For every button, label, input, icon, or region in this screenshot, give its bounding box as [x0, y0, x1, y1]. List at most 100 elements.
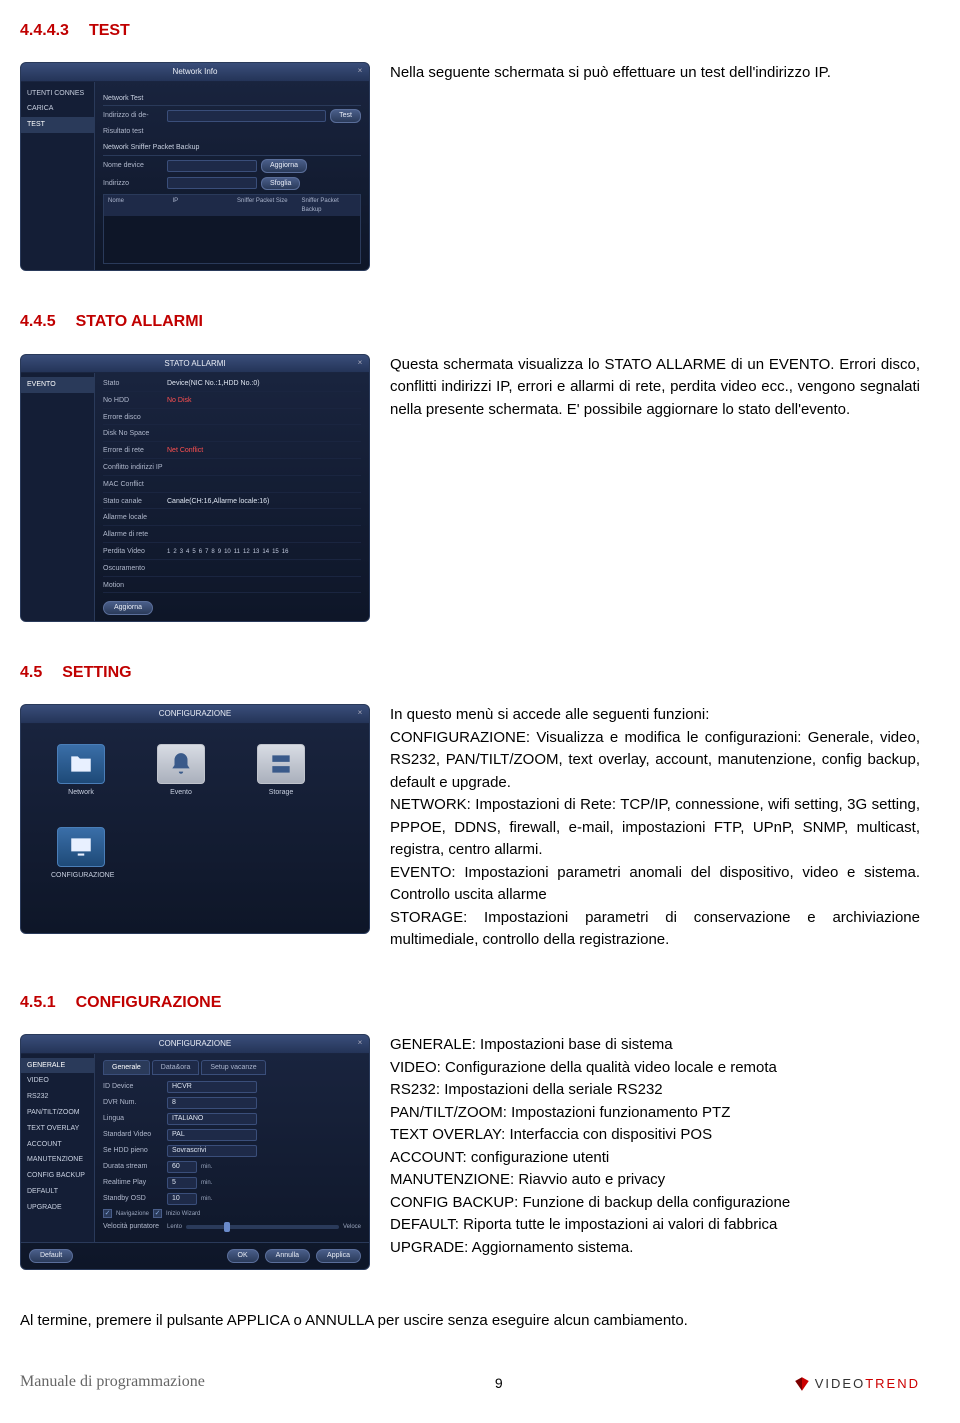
unit-min: min. — [201, 1163, 212, 1171]
slider-velocita[interactable] — [186, 1225, 339, 1229]
sidebar-item-upgrade[interactable]: UPGRADE — [21, 1200, 94, 1216]
close-icon[interactable]: × — [355, 1037, 365, 1047]
annulla-button[interactable]: Annulla — [265, 1249, 310, 1263]
bell-icon — [168, 751, 194, 777]
folder-icon — [68, 751, 94, 777]
input-id-device[interactable]: HCVR — [167, 1081, 257, 1093]
sidebar-item-utenti[interactable]: UTENTI CONNES — [21, 86, 94, 102]
section-title: CONFIGURAZIONE — [76, 992, 222, 1014]
sidebar-item-manutenzione[interactable]: MANUTENZIONE — [21, 1152, 94, 1168]
aggiorna-button[interactable]: Aggiorna — [103, 601, 153, 615]
checkbox-navigazione[interactable]: ✓ — [103, 1209, 112, 1218]
value-errore-rete: Net Conflict — [167, 446, 361, 456]
label-hdd-pieno: Se HDD pieno — [103, 1146, 163, 1156]
sidebar-item-default[interactable]: DEFAULT — [21, 1184, 94, 1200]
section-title: SETTING — [62, 662, 131, 684]
label-mac-conflict: MAC Conflict — [103, 480, 163, 490]
window-configurazione-generale: CONFIGURAZIONE × GENERALE VIDEO RS232 PA… — [20, 1034, 370, 1270]
label-allarme-rete: Allarme di rete — [103, 530, 163, 540]
th-size: Sniffer Packet Size — [237, 197, 292, 214]
th-ip: IP — [173, 197, 228, 214]
input-indirizzo[interactable] — [167, 110, 326, 122]
th-backup: Sniffer Packet Backup — [302, 197, 357, 214]
sidebar-item-carica[interactable]: CARICA — [21, 101, 94, 117]
sidebar-item-account[interactable]: ACCOUNT — [21, 1137, 94, 1153]
tab-vacanze[interactable]: Setup vacanze — [201, 1060, 265, 1076]
label-allarme-locale: Allarme locale — [103, 513, 163, 523]
sidebar-item-test[interactable]: TEST — [21, 117, 94, 133]
input-realtime-play[interactable]: 5 — [167, 1177, 197, 1189]
tab-generale[interactable]: Generale — [103, 1060, 150, 1076]
label-velocita-puntatore: Velocità puntatore — [103, 1222, 163, 1232]
window-title: CONFIGURAZIONE — [159, 1039, 231, 1048]
unit-min: min. — [201, 1179, 212, 1187]
window-network-test: Network Info × UTENTI CONNES CARICA TEST… — [20, 62, 370, 271]
section-stato-allarmi: 4.4.5 STATO ALLARMI STATO ALLARMI × EVEN… — [20, 311, 920, 622]
window-title: STATO ALLARMI — [164, 359, 225, 368]
label-perdita-video: Perdita Video — [103, 547, 163, 557]
subheading-sniffer: Network Sniffer Packet Backup — [103, 143, 361, 156]
label-veloce: Veloce — [343, 1223, 361, 1231]
label-durata-stream: Durata stream — [103, 1162, 163, 1172]
menu-item-network[interactable]: Network — [51, 744, 111, 798]
label-standby-osd: Standby OSD — [103, 1194, 163, 1204]
input-dvr-num[interactable]: 8 — [167, 1097, 257, 1109]
select-hdd-pieno[interactable]: Sovrascrivi — [167, 1145, 257, 1157]
page-number: 9 — [495, 1374, 503, 1394]
menu-item-evento[interactable]: Evento — [151, 744, 211, 798]
label-indirizzo-2: Indirizzo — [103, 179, 163, 189]
sidebar: EVENTO — [21, 373, 95, 621]
applica-button[interactable]: Applica — [316, 1249, 361, 1263]
aggiorna-button[interactable]: Aggiorna — [261, 159, 307, 173]
input-indirizzo-2[interactable] — [167, 177, 257, 189]
section-number: 4.4.4.3 — [20, 20, 69, 42]
tab-dataora[interactable]: Data&ora — [152, 1060, 200, 1076]
menu-label-network: Network — [51, 788, 111, 798]
sidebar-item-video[interactable]: VIDEO — [21, 1073, 94, 1089]
section-setting: 4.5 SETTING CONFIGURAZIONE × Network — [20, 662, 920, 952]
page-footer: Manuale di programmazione 9 VIDEOTREND — [0, 1361, 960, 1413]
section-title: STATO ALLARMI — [76, 311, 203, 333]
sidebar-item-generale[interactable]: GENERALE — [21, 1058, 94, 1074]
value-stato: Device(NIC No.:1,HDD No.:0) — [167, 379, 361, 389]
label-indirizzo: Indirizzo di de- — [103, 111, 163, 121]
default-button[interactable]: Default — [29, 1249, 73, 1263]
sidebar-item-config-backup[interactable]: CONFIG BACKUP — [21, 1168, 94, 1184]
section-title: TEST — [89, 20, 130, 42]
ok-button[interactable]: OK — [227, 1249, 259, 1263]
close-icon[interactable]: × — [355, 707, 365, 717]
sidebar-item-ptz[interactable]: PAN/TILT/ZOOM — [21, 1105, 94, 1121]
label-nohdd: No HDD — [103, 396, 163, 406]
input-durata-stream[interactable]: 60 — [167, 1161, 197, 1173]
window-title: CONFIGURAZIONE — [159, 709, 231, 718]
menu-item-configurazione[interactable]: CONFIGURAZIONE — [51, 827, 111, 881]
window-titlebar: STATO ALLARMI × — [21, 355, 369, 373]
menu-label-evento: Evento — [151, 788, 211, 798]
close-icon[interactable]: × — [355, 65, 365, 75]
menu-item-storage[interactable]: Storage — [251, 744, 311, 798]
select-standard-video[interactable]: PAL — [167, 1129, 257, 1141]
footer-brand: VIDEOTREND — [793, 1375, 920, 1393]
label-lento: Lento — [167, 1223, 182, 1231]
sidebar-item-evento[interactable]: EVENTO — [21, 377, 94, 393]
label-nome-device: Nome device — [103, 161, 163, 171]
label-oscuramento: Oscuramento — [103, 564, 163, 574]
footnote: Al termine, premere il pulsante APPLICA … — [20, 1310, 900, 1331]
sidebar-item-rs232[interactable]: RS232 — [21, 1089, 94, 1105]
sfoglia-button[interactable]: Sfoglia — [261, 177, 300, 191]
checkbox-wizard[interactable]: ✓ — [153, 1209, 162, 1218]
disk-icon — [268, 751, 294, 777]
input-standby-osd[interactable]: 10 — [167, 1193, 197, 1205]
close-icon[interactable]: × — [355, 357, 365, 367]
label-stato: Stato — [103, 379, 163, 389]
sidebar-item-text-overlay[interactable]: TEXT OVERLAY — [21, 1121, 94, 1137]
unit-min: min. — [201, 1195, 212, 1203]
label-wizard: Inizio Wizard — [166, 1210, 200, 1218]
window-title: Network Info — [173, 67, 218, 76]
sidebar: GENERALE VIDEO RS232 PAN/TILT/ZOOM TEXT … — [21, 1054, 95, 1243]
test-button[interactable]: Test — [330, 109, 361, 123]
section-test: 4.4.4.3 TEST Network Info × UTENTI CONNE… — [20, 20, 920, 271]
select-lingua[interactable]: ITALIANO — [167, 1113, 257, 1125]
input-nome-device[interactable] — [167, 160, 257, 172]
window-configurazione-menu: CONFIGURAZIONE × Network Evento — [20, 704, 370, 934]
